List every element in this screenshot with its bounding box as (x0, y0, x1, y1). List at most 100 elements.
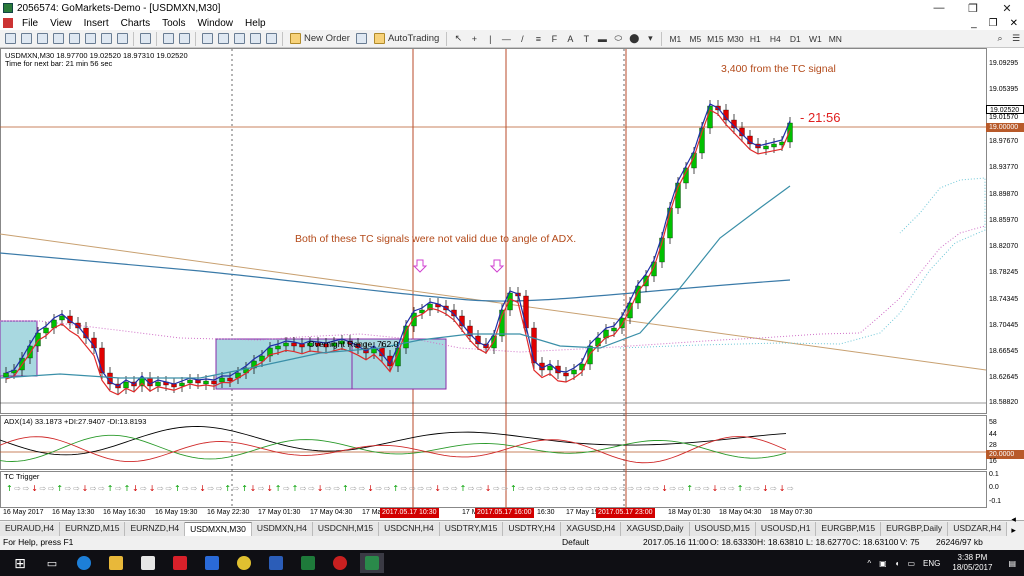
tab-usdzar-h4[interactable]: USDZAR,H4 (948, 522, 1008, 536)
more-tools-icon[interactable]: ▾ (643, 32, 657, 46)
store-icon[interactable] (136, 553, 160, 573)
clock-icon[interactable] (115, 32, 129, 46)
tab-usdmxn-m30[interactable]: USDMXN,M30 (185, 522, 252, 536)
tray-up-icon[interactable]: ^ (867, 559, 871, 568)
tf-d1[interactable]: D1 (786, 32, 804, 46)
tc-arrow-icon: ⇨ (468, 484, 475, 493)
tab-usdmxn-h4[interactable]: USDMXN,H4 (251, 522, 313, 536)
menu-tools[interactable]: Tools (156, 18, 191, 29)
tray-lang[interactable]: ENG (923, 559, 940, 568)
tab-usdcnh-h4[interactable]: USDCNH,H4 (379, 522, 440, 536)
market-watch-icon[interactable] (35, 32, 49, 46)
trendline-icon[interactable]: / (515, 32, 529, 46)
crosshair-icon[interactable] (200, 32, 214, 46)
app-k-icon[interactable] (168, 553, 192, 573)
clock[interactable]: 3:38 PM 18/05/2017 (952, 553, 992, 573)
tf-m5[interactable]: M5 (686, 32, 704, 46)
text-tool-icon[interactable]: A (563, 32, 577, 46)
chart-menu-icon[interactable] (3, 18, 13, 28)
chrome-icon[interactable] (232, 553, 256, 573)
tf-m30[interactable]: M30 (726, 32, 744, 46)
maximize-button[interactable]: ❐ (956, 2, 990, 15)
print-icon[interactable] (264, 32, 278, 46)
close-button[interactable]: ✕ (990, 2, 1024, 15)
menu-file[interactable]: File (16, 18, 44, 29)
tf-m15[interactable]: M15 (706, 32, 724, 46)
templates-icon[interactable] (138, 32, 152, 46)
notifications-icon[interactable]: ▤ (1008, 559, 1016, 568)
tab-euraud-h4[interactable]: EURAUD,H4 (0, 522, 61, 536)
tab-usdtry-h4[interactable]: USDTRY,H4 (503, 522, 562, 536)
menu-window[interactable]: Window (191, 18, 239, 29)
tab-xagusd-h4[interactable]: XAGUSD,H4 (561, 522, 622, 536)
shapes-icon[interactable]: ▬ (595, 32, 609, 46)
tab-usdtry-m15[interactable]: USDTRY,M15 (439, 522, 504, 536)
chart-app-icon[interactable] (328, 553, 352, 573)
tf-mn[interactable]: MN (826, 32, 844, 46)
tf-m1[interactable]: M1 (666, 32, 684, 46)
terminal-icon[interactable] (83, 32, 97, 46)
label-tool-icon[interactable]: T (579, 32, 593, 46)
tab-eurgbp-m15[interactable]: EURGBP,M15 (816, 522, 882, 536)
vertical-line-icon[interactable]: | (483, 32, 497, 46)
edge-icon[interactable] (72, 553, 96, 573)
new-chart-icon[interactable] (3, 32, 17, 46)
move-icon[interactable] (216, 32, 230, 46)
cursor-icon[interactable]: ↖ (451, 32, 465, 46)
tab-usdcnh-m15[interactable]: USDCNH,M15 (312, 522, 380, 536)
tf-h1[interactable]: H1 (746, 32, 764, 46)
tab-eurgbp-daily[interactable]: EURGBP,Daily (881, 522, 949, 536)
status-traffic: 26246/97 kb (936, 537, 983, 547)
menu-help[interactable]: Help (239, 18, 272, 29)
profiles-icon[interactable] (19, 32, 33, 46)
file-explorer-icon[interactable] (104, 553, 128, 573)
arrow-tool-icon[interactable]: ⬤ (627, 32, 641, 46)
tab-usousd-h1[interactable]: USOUSD,H1 (755, 522, 817, 536)
tab-usousd-m15[interactable]: USOUSD,M15 (689, 522, 756, 536)
tab-scroll-arrows[interactable]: ◂ ▸ (1007, 514, 1024, 536)
new-order-button[interactable]: New Order (287, 32, 353, 46)
tab-eurnzd-m15[interactable]: EURNZD,M15 (60, 522, 126, 536)
child-minimize-button[interactable]: _ (965, 18, 983, 29)
ma-long-left (0, 252, 201, 272)
tc-arrow-icon: ↑ (124, 484, 131, 493)
child-restore-button[interactable]: ❐ (983, 18, 1004, 29)
tc-arrow-icon: ↓ (712, 484, 719, 493)
ellipse-icon[interactable]: ⬭ (611, 32, 625, 46)
metaeditor-icon[interactable] (355, 32, 369, 46)
menu-charts[interactable]: Charts (115, 18, 156, 29)
menu-insert[interactable]: Insert (78, 18, 115, 29)
chat-icon[interactable]: ☰ (1009, 32, 1023, 46)
menu-view[interactable]: View (44, 18, 78, 29)
channel-icon[interactable]: ≡ (531, 32, 545, 46)
save-icon[interactable] (248, 32, 262, 46)
search-icon[interactable]: ⌕ (993, 32, 1007, 46)
strategy-tester-icon[interactable] (99, 32, 113, 46)
periods-icon[interactable] (177, 32, 191, 46)
tf-w1[interactable]: W1 (806, 32, 824, 46)
horizontal-line-icon[interactable]: — (499, 32, 513, 46)
child-close-button[interactable]: ✕ (1004, 18, 1024, 29)
network-icon[interactable]: ▣ (879, 559, 887, 568)
folder-icon[interactable] (232, 32, 246, 46)
word-icon[interactable] (264, 553, 288, 573)
autotrading-button[interactable]: AutoTrading (371, 32, 442, 46)
shield-app-icon[interactable] (200, 553, 224, 573)
task-view-icon[interactable]: ▭ (40, 553, 64, 573)
excel-icon[interactable] (296, 553, 320, 573)
chart-window[interactable]: ↑ ⇨ ⇨ ↓ ⇨ ⇨ ↑ ⇨ ⇨ ↓ ⇨ ⇨ ↑ ⇨ ↑ ↓ ⇨ ↓ ⇨ ⇨ ↑ ⇨ ⇨ ↓ ⇨ ⇨ ↑ ⇨ ↑ ↓ ⇨ ↓ ↑ ⇨ ↑ ⇨ ⇨ ↓ ⇨ ⇨… (0, 48, 1024, 520)
volume-icon[interactable]: ◖ (895, 559, 900, 568)
fibonacci-icon[interactable]: F (547, 32, 561, 46)
metatrader-icon[interactable] (360, 553, 384, 573)
navigator-icon[interactable] (67, 32, 81, 46)
price-chart[interactable]: ↑ ⇨ ⇨ ↓ ⇨ ⇨ ↑ ⇨ ⇨ ↓ ⇨ ⇨ ↑ ⇨ ↑ ↓ ⇨ ↓ ⇨ ⇨ ↑ ⇨ ⇨ ↓ ⇨ ⇨ ↑ ⇨ ↑ ↓ ⇨ ↓ ↑ ⇨ ↑ ⇨ ⇨ ↓ ⇨ ⇨… (0, 48, 1024, 520)
tf-h4[interactable]: H4 (766, 32, 784, 46)
data-window-icon[interactable] (51, 32, 65, 46)
start-icon[interactable]: ⊞ (8, 553, 32, 573)
tab-eurnzd-h4[interactable]: EURNZD,H4 (125, 522, 186, 536)
minimize-button[interactable]: — (922, 2, 956, 14)
tab-xagusd-daily[interactable]: XAGUSD,Daily (621, 522, 690, 536)
indicators-icon[interactable] (161, 32, 175, 46)
battery-icon[interactable]: ▭ (907, 559, 915, 568)
crosshair-tool-icon[interactable]: + (467, 32, 481, 46)
